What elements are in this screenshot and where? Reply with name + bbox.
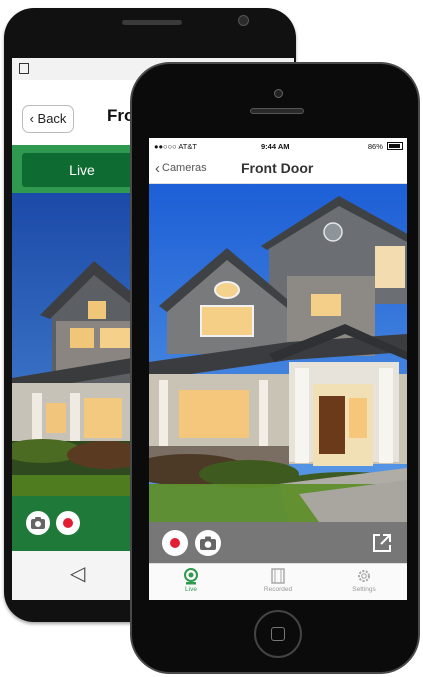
android-nav-back-icon[interactable]: ◁ bbox=[70, 561, 85, 586]
record-button[interactable] bbox=[162, 530, 188, 556]
iphone-speaker bbox=[250, 108, 304, 114]
snapshot-button[interactable] bbox=[195, 530, 221, 556]
battery-indicator: 86% bbox=[368, 142, 403, 151]
cameras-back-button[interactable]: ‹ Cameras bbox=[155, 160, 207, 177]
tab-settings[interactable]: Settings bbox=[334, 567, 394, 593]
camera-icon bbox=[200, 536, 216, 550]
android-back-label: Back bbox=[37, 111, 67, 126]
chevron-left-icon: ‹ bbox=[155, 160, 160, 177]
record-dot-icon bbox=[170, 538, 180, 548]
android-live-tab[interactable]: Live bbox=[22, 153, 142, 187]
tab-live-label: Live bbox=[185, 586, 197, 593]
camera-icon bbox=[184, 568, 198, 585]
tab-settings-label: Settings bbox=[352, 586, 376, 593]
android-speaker bbox=[122, 20, 182, 25]
android-back-button[interactable]: ‹ Back bbox=[22, 105, 74, 133]
page-title: Front Door bbox=[241, 160, 314, 176]
home-square-icon bbox=[271, 627, 285, 641]
camera-live-feed bbox=[149, 184, 407, 522]
iphone-home-button[interactable] bbox=[254, 610, 302, 658]
android-record-button[interactable] bbox=[56, 511, 80, 535]
iphone-screen: ●●○○○ AT&T 9:44 AM 86% ‹ Cameras Front Do… bbox=[149, 138, 407, 600]
notification-icon bbox=[19, 63, 29, 74]
battery-icon bbox=[387, 142, 403, 150]
camera-icon bbox=[31, 517, 45, 529]
android-camera-feed bbox=[12, 193, 132, 496]
status-time: 9:44 AM bbox=[261, 142, 290, 151]
chevron-left-icon: ‹ bbox=[29, 111, 34, 126]
record-dot-icon bbox=[63, 518, 73, 528]
android-front-camera bbox=[238, 15, 249, 26]
film-icon bbox=[271, 568, 285, 584]
gear-icon bbox=[358, 570, 370, 582]
ios-status-bar: ●●○○○ AT&T 9:44 AM 86% bbox=[149, 138, 407, 154]
android-snapshot-button[interactable] bbox=[26, 511, 50, 535]
expand-icon bbox=[373, 534, 391, 552]
tab-recorded-label: Recorded bbox=[263, 586, 293, 593]
fullscreen-expand-button[interactable] bbox=[371, 532, 393, 554]
ios-nav-bar: ‹ Cameras Front Door bbox=[149, 154, 407, 184]
tab-live[interactable]: Live bbox=[161, 567, 221, 593]
carrier-label: ●●○○○ AT&T bbox=[154, 142, 197, 151]
iphone-front-camera bbox=[274, 89, 283, 98]
ios-tab-bar: Live Recorded Settings bbox=[149, 563, 407, 600]
cameras-back-label: Cameras bbox=[162, 162, 207, 174]
tab-recorded[interactable]: Recorded bbox=[248, 567, 308, 593]
battery-percent: 86% bbox=[367, 142, 383, 151]
